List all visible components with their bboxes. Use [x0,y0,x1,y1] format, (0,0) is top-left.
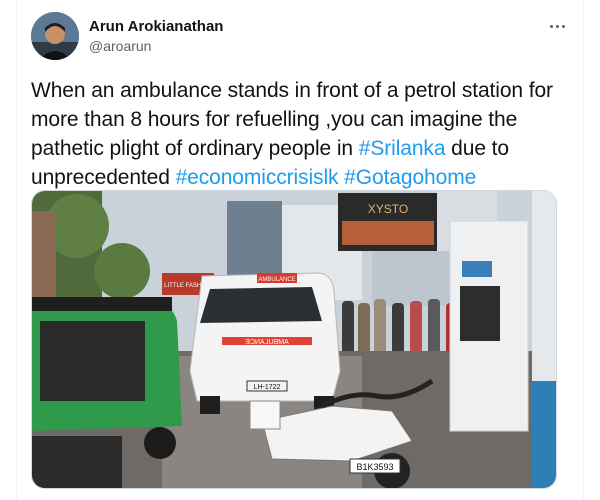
author-info[interactable]: Arun Arokianathan @aroarun [89,17,223,55]
hashtag-gotagohome[interactable]: #Gotagohome [344,166,476,189]
more-options-button[interactable] [545,16,569,36]
tweet-card: Arun Arokianathan @aroarun When an ambul… [16,0,584,500]
user-handle[interactable]: @aroarun [89,37,223,55]
hashtag-srilanka[interactable]: #Srilanka [359,137,446,160]
hashtag-economiccrisislk[interactable]: #economiccrisislk [176,166,339,189]
display-name[interactable]: Arun Arokianathan [89,17,223,37]
billboard-text: XYSTO [368,202,408,216]
tweet-text: When an ambulance stands in front of a p… [31,76,571,192]
more-horizontal-icon [549,24,553,28]
ambulance-graphic: AMBULANCE AMBULANCE LH-1722 [189,272,341,414]
ambulance-top-label: AMBULANCE [258,277,295,283]
ambulance-front-label: AMBULANCE [245,339,289,346]
ambulance-plate: LH-1722 [254,384,281,391]
bike-plate: B1K3593 [356,462,393,472]
avatar[interactable] [31,12,79,60]
tweet-photo[interactable]: LITTLE FASHION XYSTO AMBULANCE AMBULANCE… [31,190,557,489]
